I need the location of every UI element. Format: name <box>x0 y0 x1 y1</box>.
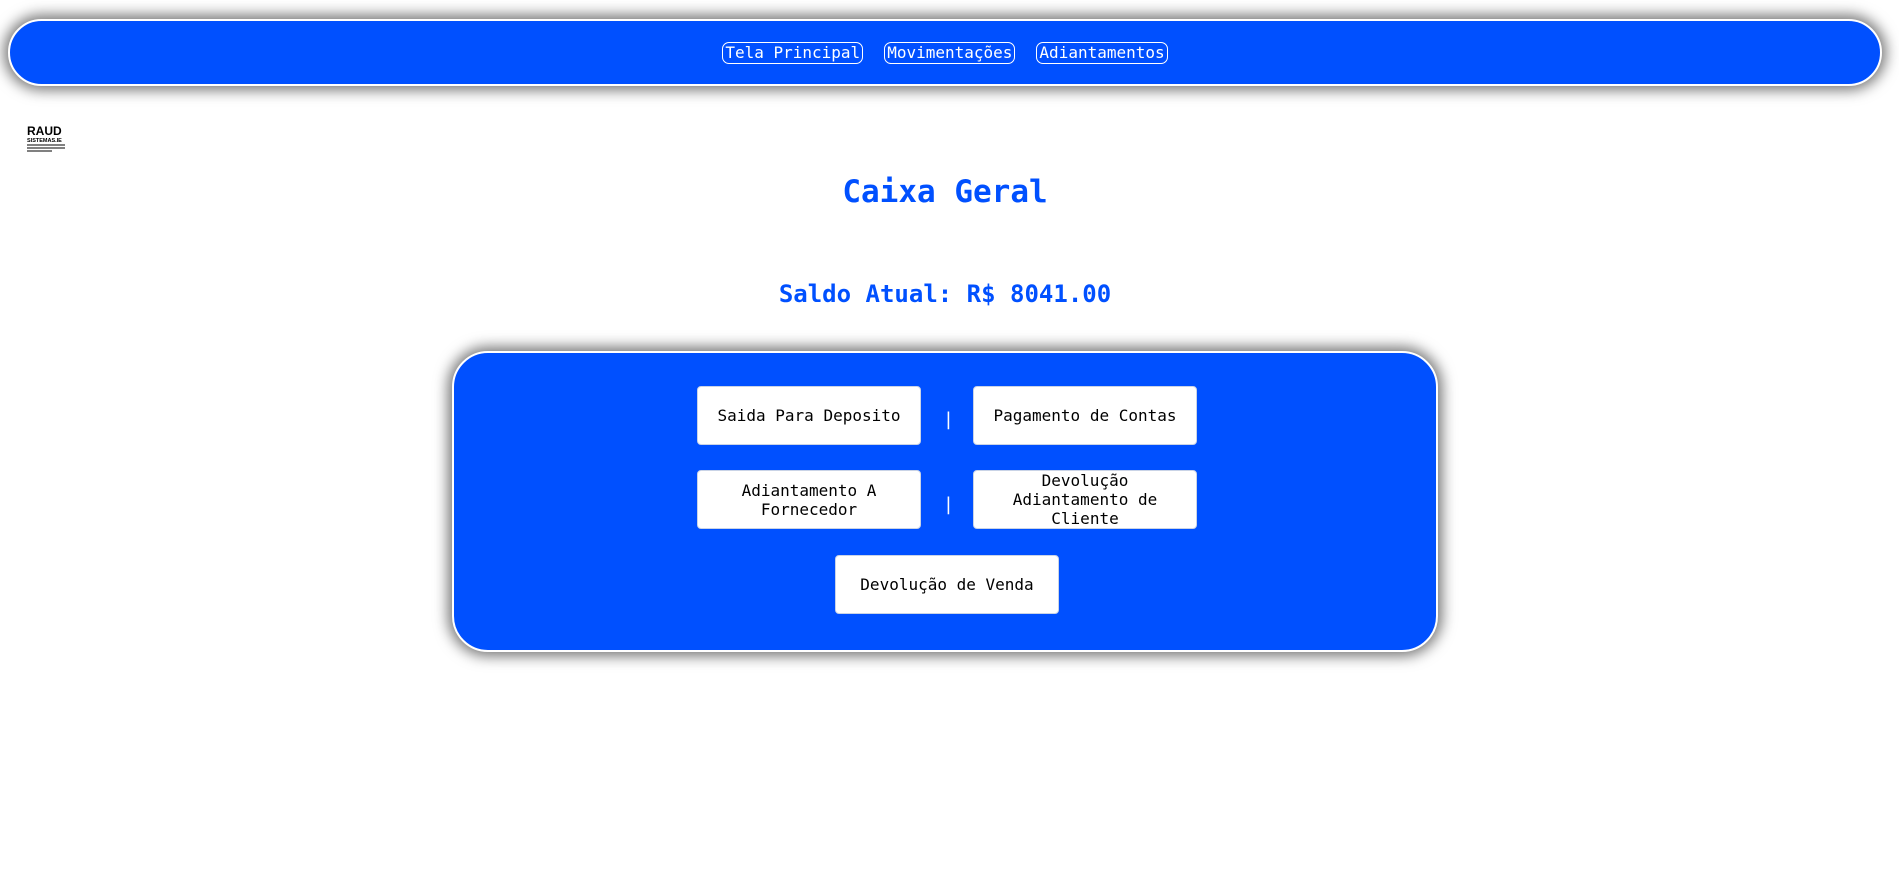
nav-link-adiantamentos[interactable]: Adiantamentos <box>1036 41 1168 64</box>
actions-panel: Saida Para Deposito | Pagamento de Conta… <box>452 351 1438 652</box>
devolucao-de-venda-button[interactable]: Devolução de Venda <box>835 555 1059 614</box>
logo-text-main: RAUD <box>27 124 62 138</box>
devolucao-adiantamento-cliente-button[interactable]: Devolução Adiantamento de Cliente <box>973 470 1197 529</box>
nav-link-tela-principal[interactable]: Tela Principal <box>722 41 864 64</box>
current-balance: Saldo Atual: R$ 8041.00 <box>778 280 1112 308</box>
logo-text-sub: SISTEMAS.IE <box>27 138 62 144</box>
pagamento-de-contas-button[interactable]: Pagamento de Contas <box>973 386 1197 445</box>
adiantamento-fornecedor-button[interactable]: Adiantamento A Fornecedor <box>697 470 921 529</box>
saida-para-deposito-button[interactable]: Saida Para Deposito <box>697 386 921 445</box>
page-title: Caixa Geral <box>842 174 1048 210</box>
raud-logo: RAUD SISTEMAS.IE <box>27 124 65 152</box>
top-navbar: Tela Principal Movimentações Adiantament… <box>8 19 1882 86</box>
separator: | <box>943 409 954 430</box>
nav-link-movimentacoes[interactable]: Movimentações <box>884 41 1016 64</box>
separator: | <box>943 494 954 515</box>
